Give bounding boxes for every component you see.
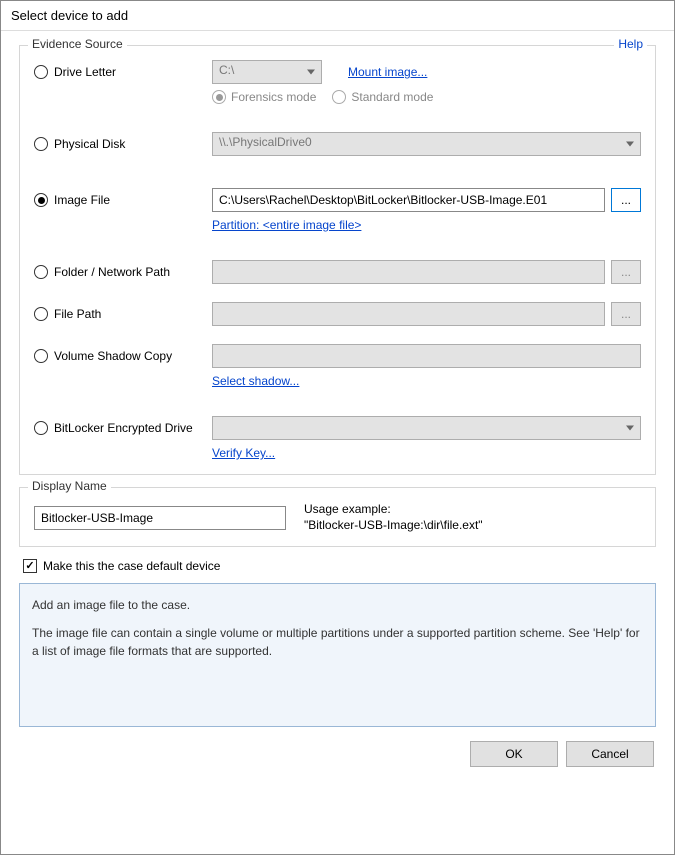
- display-name-input[interactable]: [34, 506, 286, 530]
- radio-image-file-label[interactable]: Image File: [54, 193, 110, 207]
- radio-folder-path[interactable]: [34, 265, 48, 279]
- folder-path-browse-button[interactable]: ...: [611, 260, 641, 284]
- radio-file-path-label[interactable]: File Path: [54, 307, 101, 321]
- window-titlebar: Select device to add: [1, 1, 674, 31]
- dialog-content: Evidence Source Help Drive Letter C:\ Mo…: [1, 31, 674, 767]
- file-path-browse-button[interactable]: ...: [611, 302, 641, 326]
- radio-bitlocker[interactable]: [34, 421, 48, 435]
- radio-drive-letter[interactable]: [34, 65, 48, 79]
- mount-image-link[interactable]: Mount image...: [348, 65, 427, 79]
- shadow-copy-input[interactable]: [212, 344, 641, 368]
- radio-drive-letter-label[interactable]: Drive Letter: [54, 65, 116, 79]
- partition-link[interactable]: Partition: <entire image file>: [212, 218, 361, 232]
- forensics-mode-label: Forensics mode: [231, 90, 316, 104]
- radio-folder-path-label[interactable]: Folder / Network Path: [54, 265, 170, 279]
- evidence-source-label: Evidence Source: [28, 37, 127, 51]
- folder-path-input[interactable]: [212, 260, 605, 284]
- display-name-group-label: Display Name: [28, 479, 111, 493]
- info-line-2: The image file can contain a single volu…: [32, 624, 643, 660]
- ok-button[interactable]: OK: [470, 741, 558, 767]
- radio-physical-disk[interactable]: [34, 137, 48, 151]
- radio-physical-disk-label[interactable]: Physical Disk: [54, 137, 125, 151]
- default-device-checkbox[interactable]: [23, 559, 37, 573]
- physical-disk-combo[interactable]: \\.\PhysicalDrive0: [212, 132, 641, 156]
- info-line-1: Add an image file to the case.: [32, 596, 643, 614]
- drive-letter-combo[interactable]: C:\: [212, 60, 322, 84]
- radio-image-file[interactable]: [34, 193, 48, 207]
- image-file-input[interactable]: [212, 188, 605, 212]
- display-name-group: Display Name Usage example: "Bitlocker-U…: [19, 487, 656, 547]
- radio-forensics-mode: [212, 90, 226, 104]
- info-panel: Add an image file to the case. The image…: [19, 583, 656, 727]
- radio-bitlocker-label[interactable]: BitLocker Encrypted Drive: [54, 421, 193, 435]
- image-file-browse-button[interactable]: ...: [611, 188, 641, 212]
- radio-standard-mode: [332, 90, 346, 104]
- usage-example-label: Usage example:: [304, 502, 483, 516]
- standard-mode-label: Standard mode: [351, 90, 433, 104]
- cancel-button[interactable]: Cancel: [566, 741, 654, 767]
- default-device-checkbox-label[interactable]: Make this the case default device: [43, 559, 220, 573]
- radio-shadow-copy[interactable]: [34, 349, 48, 363]
- bitlocker-combo[interactable]: [212, 416, 641, 440]
- radio-file-path[interactable]: [34, 307, 48, 321]
- window-title: Select device to add: [11, 8, 128, 23]
- help-link[interactable]: Help: [614, 37, 647, 51]
- select-shadow-link[interactable]: Select shadow...: [212, 374, 299, 388]
- evidence-source-group: Evidence Source Help Drive Letter C:\ Mo…: [19, 45, 656, 475]
- usage-example-text: "Bitlocker-USB-Image:\dir\file.ext": [304, 518, 483, 532]
- file-path-input[interactable]: [212, 302, 605, 326]
- radio-shadow-copy-label[interactable]: Volume Shadow Copy: [54, 349, 172, 363]
- verify-key-link[interactable]: Verify Key...: [212, 446, 275, 460]
